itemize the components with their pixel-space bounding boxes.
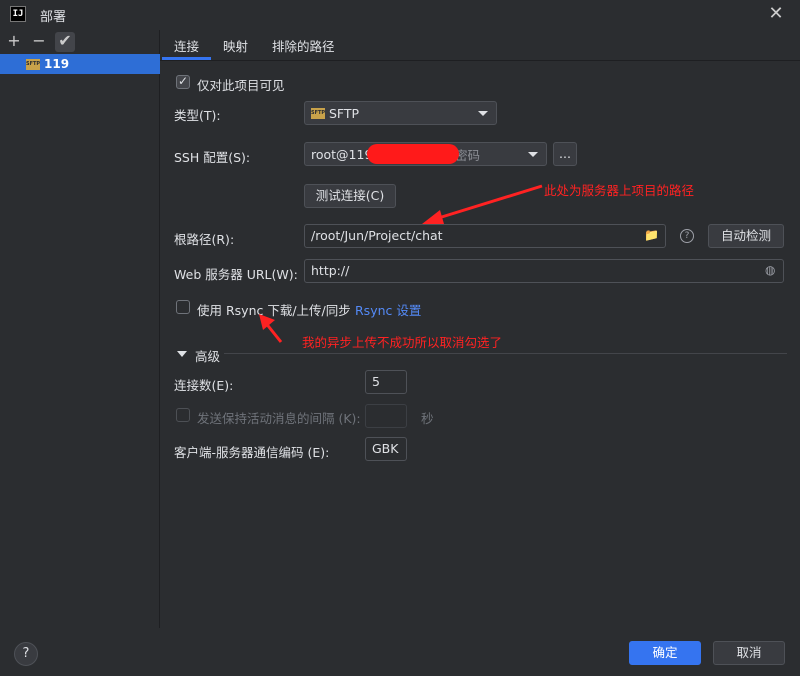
- connections-input[interactable]: 5: [365, 370, 407, 394]
- test-connection-button[interactable]: 测试连接(C): [304, 184, 396, 208]
- sftp-icon: SFTP: [26, 58, 40, 70]
- web-url-input[interactable]: http://: [304, 259, 784, 283]
- encoding-label: 客户端-服务器通信编码 (E):: [174, 445, 330, 460]
- tab-mappings[interactable]: 映射: [211, 30, 260, 60]
- type-select-value: SFTP: [329, 105, 360, 121]
- title-bar: IJ 部署 ✕: [0, 0, 800, 30]
- advanced-header[interactable]: 高级: [195, 346, 220, 365]
- type-label: 类型(T):: [174, 108, 221, 123]
- root-path-input[interactable]: /root/Jun/Project/chat: [304, 224, 666, 248]
- annotation-arrow-icon: [422, 184, 543, 224]
- keepalive-label: 发送保持活动消息的间隔 (K):: [197, 411, 361, 426]
- cancel-button[interactable]: 取消: [713, 641, 785, 665]
- intellij-app-icon: IJ: [10, 6, 26, 22]
- ok-button[interactable]: 确定: [629, 641, 701, 665]
- visible-only-label: 仅对此项目可见: [197, 78, 285, 93]
- chevron-down-icon: [478, 111, 488, 116]
- ssh-config-value: root@119: [311, 146, 373, 162]
- keepalive-unit: 秒: [421, 411, 434, 426]
- root-path-label: 根路径(R):: [174, 232, 235, 247]
- folder-icon[interactable]: 📁: [644, 228, 659, 242]
- sftp-icon: SFTP: [311, 107, 325, 119]
- advanced-separator: [224, 353, 787, 354]
- type-select[interactable]: SFTP SFTP: [304, 101, 497, 125]
- collapse-chevron-icon[interactable]: [177, 351, 187, 357]
- server-list-toolbar: + − ✔: [0, 30, 159, 52]
- server-list-panel: + − ✔ SFTP 119: [0, 30, 160, 628]
- visible-only-checkbox[interactable]: [176, 74, 190, 89]
- tab-connection[interactable]: 连接: [162, 30, 212, 60]
- add-icon[interactable]: +: [4, 32, 24, 52]
- help-icon[interactable]: ?: [680, 229, 694, 243]
- ssh-config-more-button[interactable]: ...: [553, 142, 577, 166]
- server-item-label: 119: [44, 57, 70, 71]
- tab-divider: [160, 60, 800, 61]
- annotation-arrow-icon: [259, 314, 283, 343]
- keepalive-checkbox[interactable]: [176, 408, 190, 422]
- chevron-down-icon: [528, 152, 538, 157]
- close-icon[interactable]: ✕: [768, 5, 784, 23]
- remove-icon[interactable]: −: [29, 32, 49, 52]
- apply-check-icon[interactable]: ✔: [55, 32, 75, 52]
- tab-excluded-paths[interactable]: 排除的路径: [260, 30, 347, 60]
- help-question-icon[interactable]: ?: [14, 642, 38, 666]
- auto-detect-button[interactable]: 自动检测: [708, 224, 784, 248]
- keepalive-input[interactable]: [365, 404, 407, 428]
- root-path-annotation: 此处为服务器上项目的路径: [544, 183, 695, 198]
- rsync-settings-link[interactable]: Rsync 设置: [355, 300, 421, 319]
- rsync-checkbox[interactable]: [176, 300, 190, 314]
- web-url-label: Web 服务器 URL(W):: [174, 267, 298, 282]
- server-item-119[interactable]: SFTP 119: [0, 54, 160, 74]
- rsync-annotation: 我的异步上传不成功所以取消勾选了: [302, 335, 503, 350]
- tab-bar: 连接 映射 排除的路径: [162, 30, 347, 60]
- redaction-mark: [367, 144, 459, 164]
- dialog-title: 部署: [40, 10, 67, 25]
- ssh-config-label: SSH 配置(S):: [174, 150, 251, 165]
- connections-label: 连接数(E):: [174, 378, 234, 393]
- encoding-input[interactable]: GBK: [365, 437, 407, 461]
- globe-icon[interactable]: ◍: [765, 263, 775, 277]
